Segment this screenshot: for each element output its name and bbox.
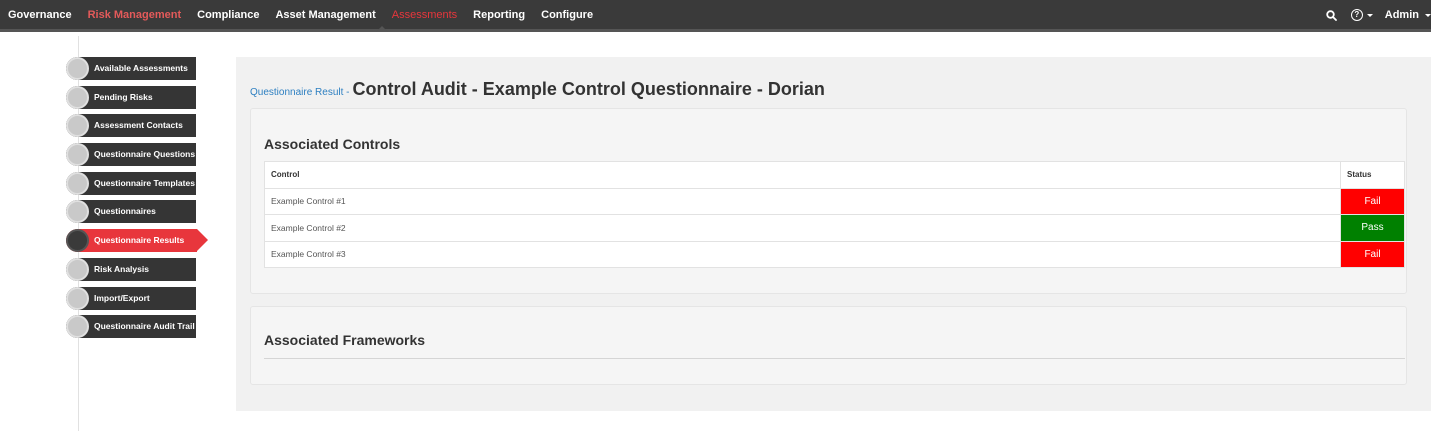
table-row: Example Control #1 Fail bbox=[264, 187, 1405, 215]
toggle-knob-icon bbox=[66, 286, 89, 310]
sidebar-item-label: Risk Analysis bbox=[94, 263, 149, 274]
sidebar-item-questionnaire-questions[interactable]: Questionnaire Questions bbox=[66, 143, 196, 167]
assessments-sidebar: Available Assessments Pending Risks Asse… bbox=[66, 57, 211, 344]
sidebar-item-label: Questionnaire Results bbox=[94, 235, 185, 246]
associated-controls-heading: Associated Controls bbox=[264, 136, 401, 152]
control-name-cell: Example Control #1 bbox=[264, 187, 1341, 215]
main-content-panel: Questionnaire Result - Control Audit - E… bbox=[236, 57, 1431, 411]
divider bbox=[264, 358, 1405, 359]
toggle-knob-icon bbox=[66, 143, 89, 167]
table-row: Example Control #3 Fail bbox=[264, 240, 1405, 268]
sidebar-item-label: Available Assessments bbox=[94, 63, 188, 73]
chevron-down-icon bbox=[1366, 13, 1373, 17]
help-menu[interactable]: ? bbox=[1350, 9, 1373, 21]
toggle-knob-icon bbox=[66, 114, 89, 138]
status-badge: Fail bbox=[1340, 187, 1405, 215]
nav-compliance[interactable]: Compliance bbox=[189, 0, 267, 30]
nav-reporting[interactable]: Reporting bbox=[465, 0, 533, 30]
table-header-row: Control Status bbox=[264, 161, 1405, 189]
toggle-knob-icon bbox=[66, 85, 89, 109]
nav-governance[interactable]: Governance bbox=[0, 0, 80, 30]
status-badge: Fail bbox=[1340, 240, 1405, 268]
controls-table: Control Status Example Control #1 Fail E… bbox=[264, 161, 1405, 268]
associated-frameworks-heading: Associated Frameworks bbox=[264, 332, 426, 348]
chevron-down-icon bbox=[1425, 13, 1431, 17]
toggle-knob-icon bbox=[66, 200, 89, 224]
control-name-cell: Example Control #2 bbox=[264, 214, 1341, 242]
search-icon[interactable] bbox=[1326, 9, 1337, 21]
sidebar-item-risk-analysis[interactable]: Risk Analysis bbox=[66, 257, 196, 281]
user-menu[interactable]: Admin bbox=[1385, 9, 1431, 21]
status-badge: Pass bbox=[1340, 214, 1405, 242]
sidebar-item-label: Questionnaire Templates bbox=[94, 177, 195, 188]
nav-risk-management[interactable]: Risk Management bbox=[80, 0, 190, 30]
nav-assessments[interactable]: Assessments bbox=[384, 0, 465, 30]
nav-configure[interactable]: Configure bbox=[533, 0, 601, 30]
main-menu: Governance Risk Management Compliance As… bbox=[0, 0, 601, 30]
sidebar-item-assessment-contacts[interactable]: Assessment Contacts bbox=[66, 114, 196, 138]
sidebar-item-questionnaire-templates[interactable]: Questionnaire Templates bbox=[66, 171, 196, 195]
sidebar-item-label: Import/Export bbox=[94, 292, 150, 303]
sidebar-item-import-export[interactable]: Import/Export bbox=[66, 286, 196, 310]
breadcrumb-link[interactable]: Questionnaire Result - bbox=[250, 87, 350, 98]
sidebar-item-questionnaire-audit-trail[interactable]: Questionnaire Audit Trail bbox=[66, 315, 196, 339]
sidebar-item-label: Questionnaire Audit Trail bbox=[94, 321, 195, 332]
topbar-right-tools: ? Admin bbox=[1326, 0, 1431, 30]
associated-frameworks-card: Associated Frameworks bbox=[250, 306, 1407, 385]
sidebar-item-pending-risks[interactable]: Pending Risks bbox=[66, 85, 196, 109]
page-title: Control Audit - Example Control Question… bbox=[352, 79, 825, 99]
user-name: Admin bbox=[1384, 9, 1419, 21]
sidebar-item-label: Questionnaire Questions bbox=[94, 149, 196, 160]
column-header-control: Control bbox=[264, 161, 1341, 189]
top-navigation-bar: Governance Risk Management Compliance As… bbox=[0, 0, 1431, 32]
active-nav-indicator bbox=[376, 26, 388, 32]
toggle-knob-icon bbox=[66, 315, 89, 339]
control-name-cell: Example Control #3 bbox=[264, 240, 1341, 268]
toggle-knob-icon bbox=[66, 229, 89, 253]
associated-controls-card: Associated Controls Control Status Examp… bbox=[250, 108, 1407, 294]
nav-asset-management[interactable]: Asset Management bbox=[267, 0, 383, 30]
sidebar-item-questionnaires[interactable]: Questionnaires bbox=[66, 200, 196, 224]
table-row: Example Control #2 Pass bbox=[264, 214, 1405, 242]
sidebar-item-label: Assessment Contacts bbox=[94, 120, 183, 131]
toggle-knob-icon bbox=[66, 57, 89, 80]
toggle-knob-icon bbox=[66, 257, 89, 281]
sidebar-item-label: Questionnaires bbox=[94, 206, 156, 217]
sidebar-item-available-assessments[interactable]: Available Assessments bbox=[66, 57, 196, 80]
page-heading: Questionnaire Result - Control Audit - E… bbox=[250, 79, 825, 100]
column-header-status: Status bbox=[1340, 161, 1405, 189]
sidebar-item-questionnaire-results[interactable]: Questionnaire Results bbox=[66, 229, 208, 253]
toggle-knob-icon bbox=[66, 171, 89, 195]
help-icon: ? bbox=[1350, 9, 1363, 21]
sidebar-item-label: Pending Risks bbox=[94, 91, 153, 102]
